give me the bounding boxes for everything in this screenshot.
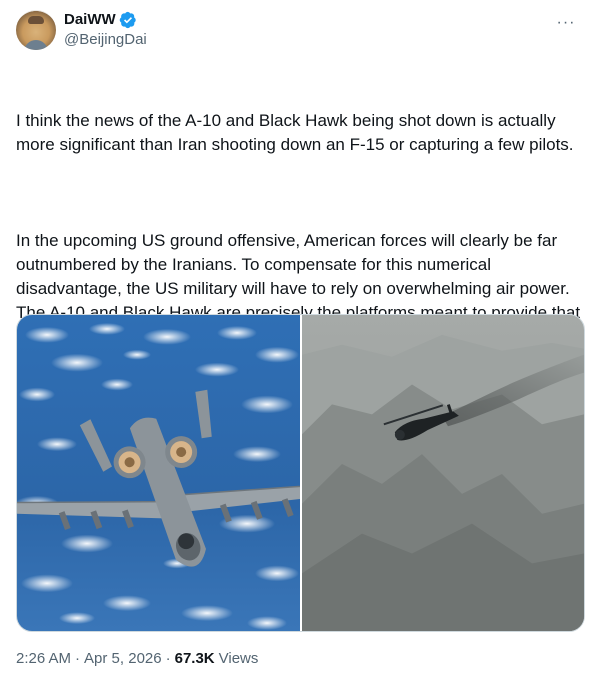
tweet-card: DaiWW @BeijingDai ··· I think the news o… (0, 0, 601, 685)
author-info: DaiWW @BeijingDai (64, 10, 147, 50)
tweet-header: DaiWW @BeijingDai ··· (16, 8, 585, 52)
tweet-time[interactable]: 2:26 AM (16, 649, 71, 669)
tweet-paragraph: I think the news of the A-10 and Black H… (16, 111, 574, 154)
author-display-name[interactable]: DaiWW (64, 10, 116, 30)
footer-separator: · (75, 650, 81, 667)
views-count[interactable]: 67.3K (175, 649, 215, 669)
tweet-media-grid (16, 314, 585, 632)
author-handle[interactable]: @BeijingDai (64, 30, 147, 50)
more-options-icon[interactable]: ··· (555, 12, 577, 34)
black-hawk-helicopter-photo[interactable] (302, 315, 584, 631)
verified-badge-icon (119, 11, 137, 29)
tweet-footer: 2:26 AM · Apr 5, 2026 · 67.3K Views (16, 649, 258, 669)
avatar[interactable] (16, 10, 56, 50)
author-name-row: DaiWW (64, 10, 147, 30)
a10-aircraft-photo[interactable] (17, 315, 300, 631)
views-label: Views (218, 650, 259, 667)
footer-separator: · (165, 650, 171, 667)
tweet-date[interactable]: Apr 5, 2026 (84, 649, 162, 669)
